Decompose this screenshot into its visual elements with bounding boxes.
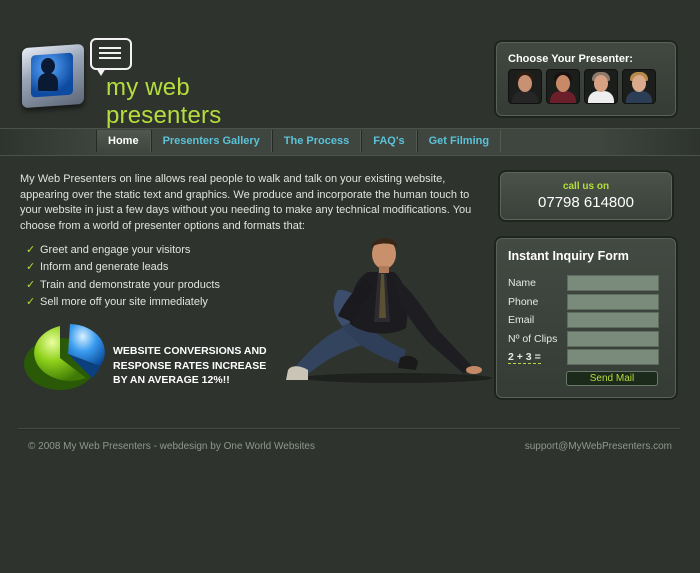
call-us-box: call us on 07798 614800 (498, 170, 674, 222)
site-logo[interactable]: my web presenters (18, 38, 298, 129)
checkmark-icon: ✓ (26, 278, 36, 291)
pie-chart-icon (24, 324, 105, 390)
presenter-chooser: Choose Your Presenter: (494, 40, 678, 118)
intro-paragraph: My Web Presenters on line allows real pe… (20, 173, 472, 232)
conversion-stat: WEBSITE CONVERSIONS AND RESPONSE RATES I… (113, 345, 267, 386)
email-field[interactable] (567, 312, 659, 328)
form-row-captcha: 2 + 3 = (508, 349, 668, 365)
form-row-phone: Phone (508, 294, 668, 310)
chooser-title: Choose Your Presenter: (508, 53, 633, 65)
form-title: Instant Inquiry Form (508, 249, 629, 263)
nav-get-filming[interactable]: Get Filming (416, 130, 502, 152)
presenter-figure (286, 238, 492, 383)
clips-label: Nº of Clips (508, 333, 558, 345)
presenter-thumbnails (508, 69, 656, 104)
form-row-email: Email (508, 312, 668, 328)
nav-home[interactable]: Home (96, 130, 151, 152)
nav-presenters-gallery[interactable]: Presenters Gallery (150, 130, 272, 152)
inquiry-form: Instant Inquiry Form Name Phone Email Nº… (494, 236, 678, 400)
benefits-list: ✓ Greet and engage your visitors ✓ Inform … (26, 242, 220, 311)
list-item: ✓ Train and demonstrate your products (26, 277, 220, 294)
list-item: ✓ Greet and engage your visitors (26, 242, 220, 259)
presenter-thumbnail-3[interactable] (584, 69, 618, 104)
footer-divider (18, 428, 680, 430)
presenter-thumbnail-4[interactable] (622, 69, 656, 104)
send-mail-button[interactable]: Send Mail (566, 371, 658, 386)
nav-the-process[interactable]: The Process (271, 130, 362, 152)
checkmark-icon: ✓ (26, 261, 36, 274)
form-row-name: Name (508, 275, 668, 291)
logo-wordmark: my web presenters (106, 74, 222, 129)
checkmark-icon: ✓ (26, 244, 36, 256)
presenter-thumbnail-2[interactable] (546, 69, 580, 104)
list-item: ✓ Sell more off your site immediately (26, 294, 220, 311)
presenter-thumbnail-1[interactable] (508, 69, 542, 104)
name-label: Name (508, 277, 537, 289)
presenter-silhouette-icon (38, 58, 58, 92)
checkmark-icon: ✓ (26, 295, 36, 308)
footer-copyright[interactable]: © 2008 My Web Presenters - webdesign by … (28, 441, 315, 452)
nav-faqs[interactable]: FAQ's (361, 130, 417, 152)
phone-number[interactable]: 07798 614800 (500, 194, 672, 211)
footer-email-link[interactable]: support@MyWebPresenters.com (525, 441, 672, 452)
clips-field[interactable] (567, 331, 659, 347)
form-row-clips: Nº of Clips (508, 331, 668, 347)
email-label: Email (508, 314, 535, 326)
call-us-label: call us on (562, 181, 610, 192)
phone-label: Phone (508, 296, 539, 308)
list-item: ✓ Inform and generate leads (26, 259, 220, 276)
main-nav: Home Presenters Gallery The Process FAQ'… (96, 130, 502, 152)
captcha-field[interactable] (567, 349, 659, 365)
speech-bubble-icon (90, 38, 132, 76)
name-field[interactable] (567, 275, 659, 291)
captcha-question: 2 + 3 = (508, 351, 541, 364)
phone-field[interactable] (567, 294, 659, 310)
